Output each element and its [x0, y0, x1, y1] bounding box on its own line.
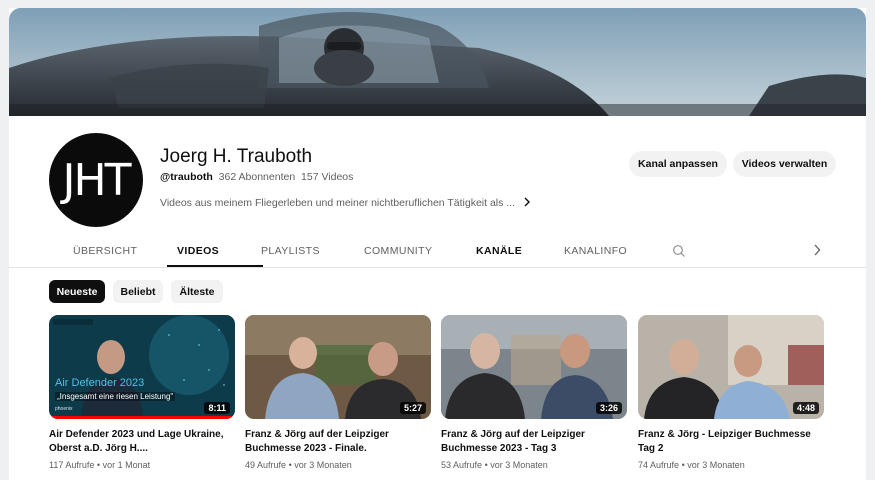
filter-chip-newest[interactable]: Neueste	[49, 280, 105, 303]
video-views: 53 Aufrufe	[441, 460, 483, 470]
video-views: 74 Aufrufe	[638, 460, 680, 470]
avatar-initials: JHT	[62, 154, 132, 206]
channel-description[interactable]: Videos aus meinem Fliegerleben und meine…	[160, 196, 531, 210]
filter-chip-oldest[interactable]: Älteste	[171, 280, 223, 303]
video-age: vor 1 Monat	[102, 460, 151, 470]
video-title[interactable]: Air Defender 2023 und Lage Ukraine, Ober…	[49, 428, 233, 456]
video-views: 117 Aufrufe	[49, 460, 95, 470]
banner-cockpit-image	[9, 8, 866, 116]
filter-chip-popular[interactable]: Beliebt	[113, 280, 163, 303]
video-card[interactable]: 4:48 Franz & Jörg - Leipziger Buchmesse …	[638, 315, 824, 470]
channel-tabs: ÜBERSICHT VIDEOS PLAYLISTS COMMUNITY KAN…	[9, 239, 866, 268]
video-title[interactable]: Franz & Jörg auf der Leipziger Buchmesse…	[245, 428, 429, 456]
tab-community[interactable]: COMMUNITY	[364, 245, 432, 257]
tab-playlists[interactable]: PLAYLISTS	[261, 245, 320, 257]
active-tab-indicator	[167, 265, 263, 267]
thumbnail-title: Air Defender 2023	[55, 377, 145, 389]
meta-separator: •	[288, 460, 292, 470]
channel-banner	[9, 8, 866, 116]
video-duration: 3:26	[595, 402, 622, 414]
thumbnail-quote: „Insgesamt eine riesen Leistung"	[55, 392, 176, 401]
tab-overview[interactable]: ÜBERSICHT	[73, 245, 137, 257]
customize-channel-button[interactable]: Kanal anpassen	[629, 151, 727, 177]
video-age: vor 3 Monaten	[687, 460, 745, 470]
search-icon[interactable]	[672, 244, 686, 263]
youtube-channel-page: JHT Joerg H. Trauboth @trauboth 362 Abon…	[9, 8, 866, 480]
channel-avatar[interactable]: JHT	[49, 133, 143, 227]
video-title[interactable]: Franz & Jörg - Leipziger Buchmesse Tag 2	[638, 428, 822, 456]
channel-description-text: Videos aus meinem Fliegerleben und meine…	[160, 197, 516, 209]
video-title[interactable]: Franz & Jörg auf der Leipziger Buchmesse…	[441, 428, 625, 456]
video-duration: 5:27	[399, 402, 426, 414]
watch-progress-fill	[49, 416, 235, 419]
video-thumbnail[interactable]: Air Defender 2023 „Insgesamt eine riesen…	[49, 315, 235, 419]
video-duration: 8:11	[204, 402, 230, 414]
chevron-right-icon[interactable]	[523, 196, 531, 210]
video-age: vor 3 Monaten	[294, 460, 352, 470]
subscriber-count: 362 Abonnenten	[218, 171, 296, 183]
watch-progress-bar	[49, 416, 235, 419]
video-thumbnail[interactable]: 3:26	[441, 315, 627, 419]
channel-handle: @trauboth	[160, 171, 213, 183]
video-card[interactable]: 3:26 Franz & Jörg auf der Leipziger Buch…	[441, 315, 627, 470]
video-thumbnail[interactable]: 5:27	[245, 315, 431, 419]
channel-meta: @trauboth 362 Abonnenten 157 Videos	[160, 171, 353, 183]
video-duration: 4:48	[792, 402, 819, 414]
video-meta: 53 Aufrufe • vor 3 Monaten	[441, 460, 627, 470]
thumbnail-brand: phoenix	[55, 406, 73, 412]
meta-separator: •	[484, 460, 488, 470]
chevron-right-icon[interactable]	[813, 243, 821, 259]
tab-channels[interactable]: KANÄLE	[476, 245, 522, 257]
tab-videos[interactable]: VIDEOS	[177, 245, 219, 257]
video-meta: 117 Aufrufe • vor 1 Monat	[49, 460, 235, 470]
manage-videos-button[interactable]: Videos verwalten	[733, 151, 836, 177]
video-age: vor 3 Monaten	[490, 460, 548, 470]
video-meta: 74 Aufrufe • vor 3 Monaten	[638, 460, 824, 470]
tab-about[interactable]: KANALINFO	[564, 245, 627, 257]
meta-separator: •	[681, 460, 685, 470]
video-views: 49 Aufrufe	[245, 460, 287, 470]
meta-separator: •	[96, 460, 101, 470]
video-thumbnail[interactable]: 4:48	[638, 315, 824, 419]
video-count: 157 Videos	[301, 171, 354, 183]
video-card[interactable]: Air Defender 2023 „Insgesamt eine riesen…	[49, 315, 235, 470]
video-card[interactable]: 5:27 Franz & Jörg auf der Leipziger Buch…	[245, 315, 431, 470]
video-meta: 49 Aufrufe • vor 3 Monaten	[245, 460, 431, 470]
channel-name: Joerg H. Trauboth	[160, 146, 313, 167]
